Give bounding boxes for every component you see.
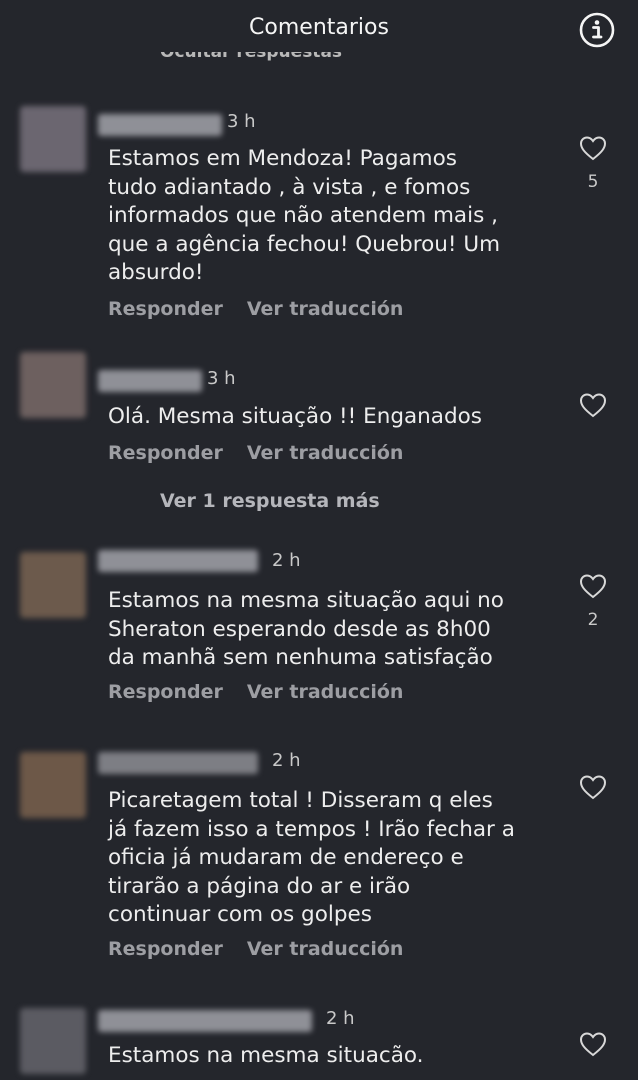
username-redacted[interactable] <box>98 1010 312 1032</box>
view-more-replies-button[interactable]: Ver 1 respuesta más <box>160 490 380 512</box>
avatar[interactable] <box>20 106 86 172</box>
comment-time: 2 h <box>272 550 301 571</box>
comment-text: Olá. Mesma situação !! Enganados <box>108 404 482 429</box>
header: Comentarios <box>0 0 638 58</box>
heart-icon[interactable] <box>578 1030 608 1058</box>
comment-time: 2 h <box>272 750 301 771</box>
comment-time: 3 h <box>207 368 236 389</box>
avatar[interactable] <box>20 352 86 418</box>
see-translation-button[interactable]: Ver traducción <box>247 938 404 960</box>
like-count: 5 <box>587 172 599 192</box>
like-count: 2 <box>587 610 599 630</box>
username-redacted[interactable] <box>98 114 222 136</box>
comments-screen: Comentarios Ocultar respuestas 3 h Estam… <box>0 0 638 1080</box>
reply-button[interactable]: Responder <box>108 442 223 464</box>
comment-actions: Responder Ver traducción <box>108 938 403 960</box>
hide-replies-link[interactable]: Ocultar respuestas <box>160 52 342 72</box>
comment-text: Picaretagem total ! Disseram q eles já f… <box>108 788 515 927</box>
comment-time: 3 h <box>227 111 256 132</box>
comment-text: Estamos em Mendoza! Pagamos tudo adianta… <box>108 146 501 285</box>
see-translation-button[interactable]: Ver traducción <box>247 442 404 464</box>
username-redacted[interactable] <box>98 370 202 392</box>
comment-time: 2 h <box>326 1008 355 1029</box>
see-translation-button[interactable]: Ver traducción <box>247 298 404 320</box>
heart-icon[interactable] <box>578 391 608 419</box>
info-icon[interactable] <box>578 11 616 49</box>
heart-icon[interactable] <box>578 773 608 801</box>
hide-replies-label: Ocultar respuestas <box>160 52 343 62</box>
avatar[interactable] <box>20 1008 86 1074</box>
page-title: Comentarios <box>249 15 389 40</box>
comment-text: Estamos na mesma situação aqui no Sherat… <box>108 588 504 670</box>
comment-actions: Responder Ver traducción <box>108 442 403 464</box>
username-redacted[interactable] <box>98 752 258 774</box>
reply-button[interactable]: Responder <box>108 298 223 320</box>
comment-text: Estamos na mesma situacão. <box>108 1043 424 1068</box>
see-translation-button[interactable]: Ver traducción <box>247 681 404 703</box>
heart-icon[interactable] <box>578 134 608 162</box>
username-redacted[interactable] <box>98 550 258 572</box>
avatar[interactable] <box>20 752 86 818</box>
heart-icon[interactable] <box>578 572 608 600</box>
reply-button[interactable]: Responder <box>108 938 223 960</box>
comment-actions: Responder Ver traducción <box>108 298 403 320</box>
avatar[interactable] <box>20 552 86 618</box>
comment-actions: Responder Ver traducción <box>108 681 403 703</box>
reply-button[interactable]: Responder <box>108 681 223 703</box>
